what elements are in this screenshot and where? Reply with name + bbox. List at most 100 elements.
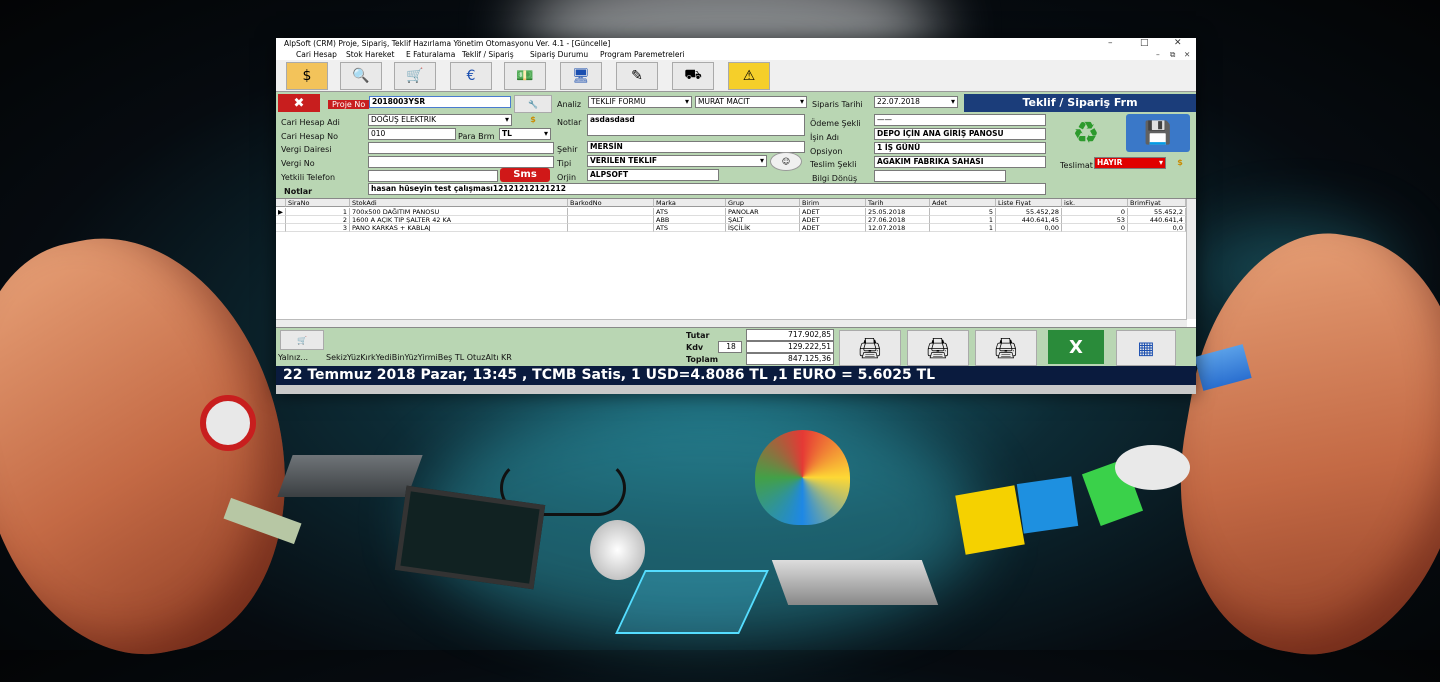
- cell-adet[interactable]: 1: [930, 216, 996, 224]
- col-tarih[interactable]: Tarih: [866, 199, 930, 207]
- row-selector[interactable]: [276, 224, 286, 232]
- cell-barkodno[interactable]: [568, 216, 654, 224]
- teslimat-select[interactable]: HAYIR: [1094, 157, 1166, 169]
- cell-brimfiyat[interactable]: 0,0: [1128, 224, 1186, 232]
- cell-liste-fiyat[interactable]: 0,00: [996, 224, 1062, 232]
- printer-color-icon[interactable]: 🖨: [907, 330, 969, 366]
- cell-isk[interactable]: 0: [1062, 224, 1128, 232]
- cell-liste-fiyat[interactable]: 55.452,28: [996, 208, 1062, 216]
- proje-no-field[interactable]: 2018003YSR: [369, 96, 511, 108]
- cari-currency-icon[interactable]: $: [516, 112, 550, 126]
- col-grup[interactable]: Grup: [726, 199, 800, 207]
- col-birim[interactable]: Birim: [800, 199, 866, 207]
- cell-sirano[interactable]: 3: [286, 224, 350, 232]
- cari-hesap-adi-select[interactable]: DOĞUŞ ELEKTRIK: [368, 114, 512, 126]
- menu-stok-hareket[interactable]: Stok Hareket: [346, 49, 394, 60]
- calculator-icon[interactable]: ▦: [1116, 330, 1176, 366]
- alt-notlar-field[interactable]: hasan hüseyin test çalışması121212121212…: [368, 183, 1046, 195]
- euro-calculator-icon[interactable]: €: [450, 62, 492, 90]
- printer-preview-icon[interactable]: 🖨: [975, 330, 1037, 366]
- col-isk[interactable]: isk.: [1062, 199, 1128, 207]
- analiz-select[interactable]: TEKLIF FORMU: [588, 96, 692, 108]
- col-adet[interactable]: Adet: [930, 199, 996, 207]
- col-stokadi[interactable]: StokAdi: [350, 199, 568, 207]
- close-button[interactable]: ✕: [1174, 38, 1182, 49]
- cell-grup[interactable]: İŞÇİLİK: [726, 224, 800, 232]
- vergi-dairesi-field[interactable]: [368, 142, 554, 154]
- grid-vertical-scrollbar[interactable]: [1186, 199, 1196, 319]
- notlar-field[interactable]: asdasdasd: [587, 114, 805, 136]
- toplam-field[interactable]: 847.125,36: [746, 353, 834, 365]
- vergi-no-field[interactable]: [368, 156, 554, 168]
- cell-marka[interactable]: ATS: [654, 208, 726, 216]
- teslim-sekli-field[interactable]: AGAKIM FABRIKA SAHASI: [874, 156, 1046, 168]
- odeme-sekli-field[interactable]: ——: [874, 114, 1046, 126]
- currency-exchange-icon[interactable]: $: [286, 62, 328, 90]
- recycle-icon[interactable]: ♻: [1058, 114, 1114, 152]
- tipi-select[interactable]: VERILEN TEKLIF: [587, 155, 767, 167]
- user-avatar-icon[interactable]: ☺: [770, 152, 802, 171]
- cell-adet[interactable]: 1: [930, 224, 996, 232]
- add-to-cart-icon[interactable]: 🛒: [394, 62, 436, 90]
- money-icon[interactable]: 💵: [504, 62, 546, 90]
- menu-e-faturalama[interactable]: E Faturalama: [406, 49, 455, 60]
- cell-birim[interactable]: ADET: [800, 224, 866, 232]
- add-item-icon[interactable]: 🛒: [280, 330, 324, 350]
- menu-teklif-siparis[interactable]: Teklif / Sipariş: [462, 49, 514, 60]
- cell-birim[interactable]: ADET: [800, 216, 866, 224]
- invoice-search-icon[interactable]: 🔍: [340, 62, 382, 90]
- mdi-minimize-button[interactable]: –: [1156, 49, 1160, 60]
- minimize-button[interactable]: –: [1108, 38, 1113, 49]
- menu-program-parametreleri[interactable]: Program Paremetreleri: [600, 49, 685, 60]
- excel-export-icon[interactable]: X: [1048, 330, 1104, 364]
- printer-icon[interactable]: 🖨: [839, 330, 901, 366]
- warning-car-icon[interactable]: ⚠: [728, 62, 770, 90]
- isin-adi-field[interactable]: DEPO İÇİN ANA GİRİŞ PANOSU: [874, 128, 1046, 140]
- cell-brimfiyat[interactable]: 440.641,4: [1128, 216, 1186, 224]
- bilgi-donus-field[interactable]: [874, 170, 1006, 182]
- cell-grup[interactable]: PANOLAR: [726, 208, 800, 216]
- table-row[interactable]: 3 PANO KARKAS + KABLAJ ATS İŞÇİLİK ADET …: [276, 224, 1186, 232]
- screen-edit-icon[interactable]: 🖥: [560, 62, 602, 90]
- user-select[interactable]: MURAT MACIT: [695, 96, 807, 108]
- para-brm-select[interactable]: TL: [499, 128, 551, 140]
- cell-barkodno[interactable]: [568, 208, 654, 216]
- table-row[interactable]: ▶ 1 700x500 DAĞITIM PANOSU ATS PANOLAR A…: [276, 208, 1186, 216]
- cell-marka[interactable]: ABB: [654, 216, 726, 224]
- cell-liste-fiyat[interactable]: 440.641,45: [996, 216, 1062, 224]
- cell-sirano[interactable]: 1: [286, 208, 350, 216]
- cell-birim[interactable]: ADET: [800, 208, 866, 216]
- row-selector-icon[interactable]: ▶: [276, 208, 286, 216]
- kdv-rate-field[interactable]: 18: [718, 341, 742, 353]
- cell-stokadi[interactable]: 1600 A AÇIK TIP ŞALTER 42 KA: [350, 216, 568, 224]
- col-brimfiyat[interactable]: BrimFiyat: [1128, 199, 1186, 207]
- cell-barkodno[interactable]: [568, 224, 654, 232]
- cell-sirano[interactable]: 2: [286, 216, 350, 224]
- sms-button[interactable]: Sms: [500, 168, 550, 182]
- col-barkodno[interactable]: BarkodNo: [568, 199, 654, 207]
- yetkili-telefon-field[interactable]: [368, 170, 498, 182]
- cell-stokadi[interactable]: 700x500 DAĞITIM PANOSU: [350, 208, 568, 216]
- cell-tarih[interactable]: 12.07.2018: [866, 224, 930, 232]
- menu-siparis-durumu[interactable]: Sipariş Durumu: [530, 49, 588, 60]
- cari-hesap-no-field[interactable]: 010: [368, 128, 456, 140]
- cell-adet[interactable]: 5: [930, 208, 996, 216]
- teslimat-currency-icon[interactable]: $: [1170, 155, 1190, 169]
- tutar-field[interactable]: 717.902,85: [746, 329, 834, 341]
- cell-tarih[interactable]: 27.06.2018: [866, 216, 930, 224]
- cell-marka[interactable]: ATS: [654, 224, 726, 232]
- opsiyon-field[interactable]: 1 İŞ GÜNÜ: [874, 142, 1046, 154]
- cell-grup[interactable]: ŞALT: [726, 216, 800, 224]
- table-row[interactable]: 2 1600 A AÇIK TIP ŞALTER 42 KA ABB ŞALT …: [276, 216, 1186, 224]
- menu-cari-hesap[interactable]: Cari Hesap: [296, 49, 337, 60]
- col-liste-fiyat[interactable]: Liste Fiyat: [996, 199, 1062, 207]
- col-marka[interactable]: Marka: [654, 199, 726, 207]
- col-sirano[interactable]: SiraNo: [286, 199, 350, 207]
- sehir-field[interactable]: MERSİN: [587, 141, 805, 153]
- document-pen-icon[interactable]: ✎: [616, 62, 658, 90]
- hand-truck-icon[interactable]: ⛟: [672, 62, 714, 90]
- cell-brimfiyat[interactable]: 55.452,2: [1128, 208, 1186, 216]
- save-icon[interactable]: 💾: [1126, 114, 1190, 152]
- delete-icon[interactable]: ✖: [278, 94, 320, 112]
- maximize-button[interactable]: □: [1140, 38, 1149, 49]
